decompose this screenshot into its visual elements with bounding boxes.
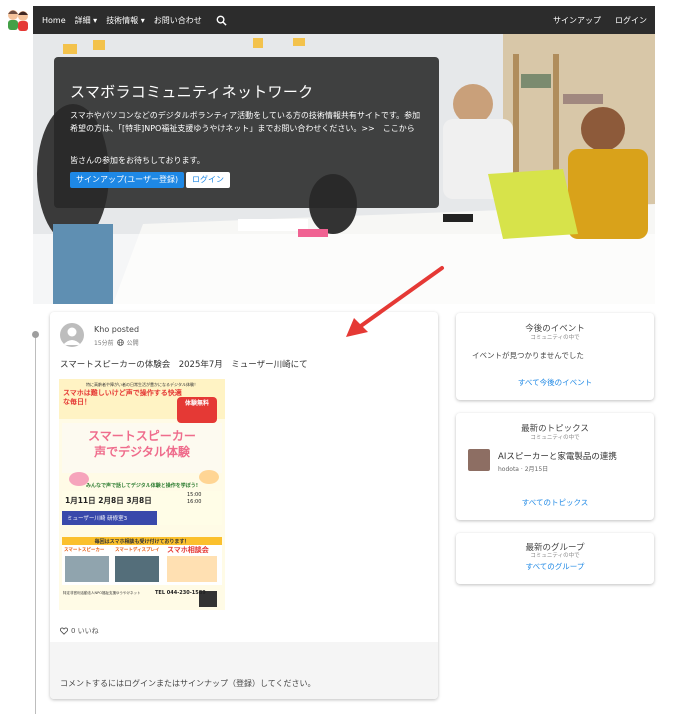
top-navigation: Home 詳細 ▾ 技術情報 ▾ お問い合わせ サインアップ ログイン <box>0 0 681 38</box>
nav-contact[interactable]: お問い合わせ <box>154 15 202 26</box>
globe-icon <box>116 339 124 346</box>
hero-title: スマボラコミュニティネットワーク <box>70 83 314 101</box>
flyer-main-title-1: スマートスピーカー <box>88 429 196 443</box>
activity-timeline-dot <box>32 331 39 338</box>
author-avatar[interactable] <box>60 323 84 347</box>
flyer-time-end: 16:00 <box>187 499 202 505</box>
search-icon[interactable] <box>216 15 227 26</box>
topic-thumbnail[interactable] <box>468 449 490 471</box>
default-avatar-icon <box>63 327 81 345</box>
nav-tech-info-dropdown[interactable]: 技術情報 ▾ <box>106 15 145 26</box>
flyer-badge: 体験無料 <box>184 400 209 407</box>
flyer-col-2: スマートディスプレイ <box>115 548 160 553</box>
nav-bar: Home 詳細 ▾ 技術情報 ▾ お問い合わせ サインアップ ログイン <box>33 6 655 34</box>
flyer-headline-small: 特に高齢者や障がい者の日常生活が豊かになるデジタル体験！ <box>86 382 198 387</box>
activity-timeline-line <box>35 334 36 714</box>
nav-auth: サインアップ ログイン <box>553 15 655 26</box>
hero-login-button[interactable]: ログイン <box>186 172 230 188</box>
post-title: スマートスピーカーの体験会 2025年7月 ミューザー川崎にて <box>60 360 308 370</box>
flyer-headline: スマホは難しいけど声で操作する快適な毎日！ <box>63 389 182 406</box>
nav-login[interactable]: ログイン <box>615 15 647 26</box>
latest-topics-widget: 最新のトピックス コミュニティの中で AIスピーカーと家電製品の連携 hodot… <box>456 413 654 520</box>
latest-groups-widget: 最新のグループ コミュニティの中で すべてのグループ <box>456 533 654 584</box>
events-subtitle: コミュニティの中で <box>530 335 580 341</box>
post-time[interactable]: 15分前 <box>94 338 114 347</box>
flyer-subtitle: みんなで声で話してデジタル体験と操作を学ぼう! <box>85 483 199 489</box>
comment-login-note[interactable]: コメントするにはログインまたはサインナップ（登録）してください。 <box>60 678 316 689</box>
topic-title[interactable]: AIスピーカーと家電製品の連携 <box>498 450 617 462</box>
events-empty-message: イベントが見つかりませんでした <box>472 351 584 360</box>
flyer-dates: 1月11日 2月8日 3月8日 <box>65 496 152 505</box>
hero-card: スマボラコミュニティネットワーク スマホやパソコンなどのデジタルボランティア活動… <box>54 57 439 208</box>
hero-note: 皆さんの参加をお待ちしております。 <box>70 156 205 165</box>
hero-signup-button[interactable]: サインアップ(ユーザー登録) <box>70 172 185 188</box>
post-author[interactable]: Kho posted <box>94 325 139 334</box>
post-visibility: 公開 <box>126 340 139 347</box>
post-flyer-image[interactable]: 特に高齢者や障がい者の日常生活が豊かになるデジタル体験！ スマホは難しいけど声で… <box>59 379 225 610</box>
all-events-link[interactable]: すべて今後のイベント <box>456 377 654 388</box>
heart-icon <box>60 627 68 635</box>
like-button[interactable]: 0 いいね <box>60 626 99 636</box>
nav-about-dropdown[interactable]: 詳細 ▾ <box>75 15 98 26</box>
flyer-venue: ミューザー川崎 研修室3 <box>67 516 128 522</box>
flyer-main-title-2: 声でデジタル体験 <box>94 445 190 459</box>
all-topics-link[interactable]: すべてのトピックス <box>456 497 654 508</box>
nav-about-label: 詳細 <box>74 15 91 25</box>
post-comment-area <box>50 642 438 699</box>
flyer-time-start: 15:00 <box>187 492 202 498</box>
all-groups-link[interactable]: すべてのグループ <box>456 561 654 572</box>
flyer-organization: 特定非営利活動法人NPO福祉支援ゆうやけネット <box>63 591 141 595</box>
flyer-banner: 毎回はスマホ相談も受け付けております！ <box>94 539 190 545</box>
site-logo-icon[interactable] <box>4 6 32 34</box>
nav-signup[interactable]: サインアップ <box>553 15 601 26</box>
flyer-col-1: スマートスピーカー <box>64 548 105 553</box>
nav-home[interactable]: Home <box>42 16 66 25</box>
red-arrow-icon <box>346 266 444 337</box>
groups-subtitle: コミュニティの中で <box>530 553 580 559</box>
upcoming-events-widget: 今後のイベント コミュニティの中で イベントが見つかりませんでした すべて今後の… <box>456 313 654 400</box>
caret-down-icon: ▾ <box>140 15 145 25</box>
post-meta: 15分前 公開 <box>94 338 139 347</box>
topics-subtitle: コミュニティの中で <box>530 435 580 441</box>
flyer-phone: TEL 044-230-1589 <box>155 590 206 596</box>
activity-post-card: Kho posted 15分前 公開 スマートスピーカーの体験会 2025年7月… <box>50 312 438 699</box>
flyer-col-3: スマホ相談会 <box>167 546 209 554</box>
topic-meta: hodota · 2月15日 <box>498 466 549 473</box>
hero-description: スマホやパソコンなどのデジタルボランティア活動をしている方の技術情報共有サイトで… <box>70 111 421 133</box>
nav-tech-info-label: 技術情報 <box>106 15 139 25</box>
caret-down-icon: ▾ <box>93 15 98 25</box>
like-count: 0 いいね <box>71 627 99 635</box>
